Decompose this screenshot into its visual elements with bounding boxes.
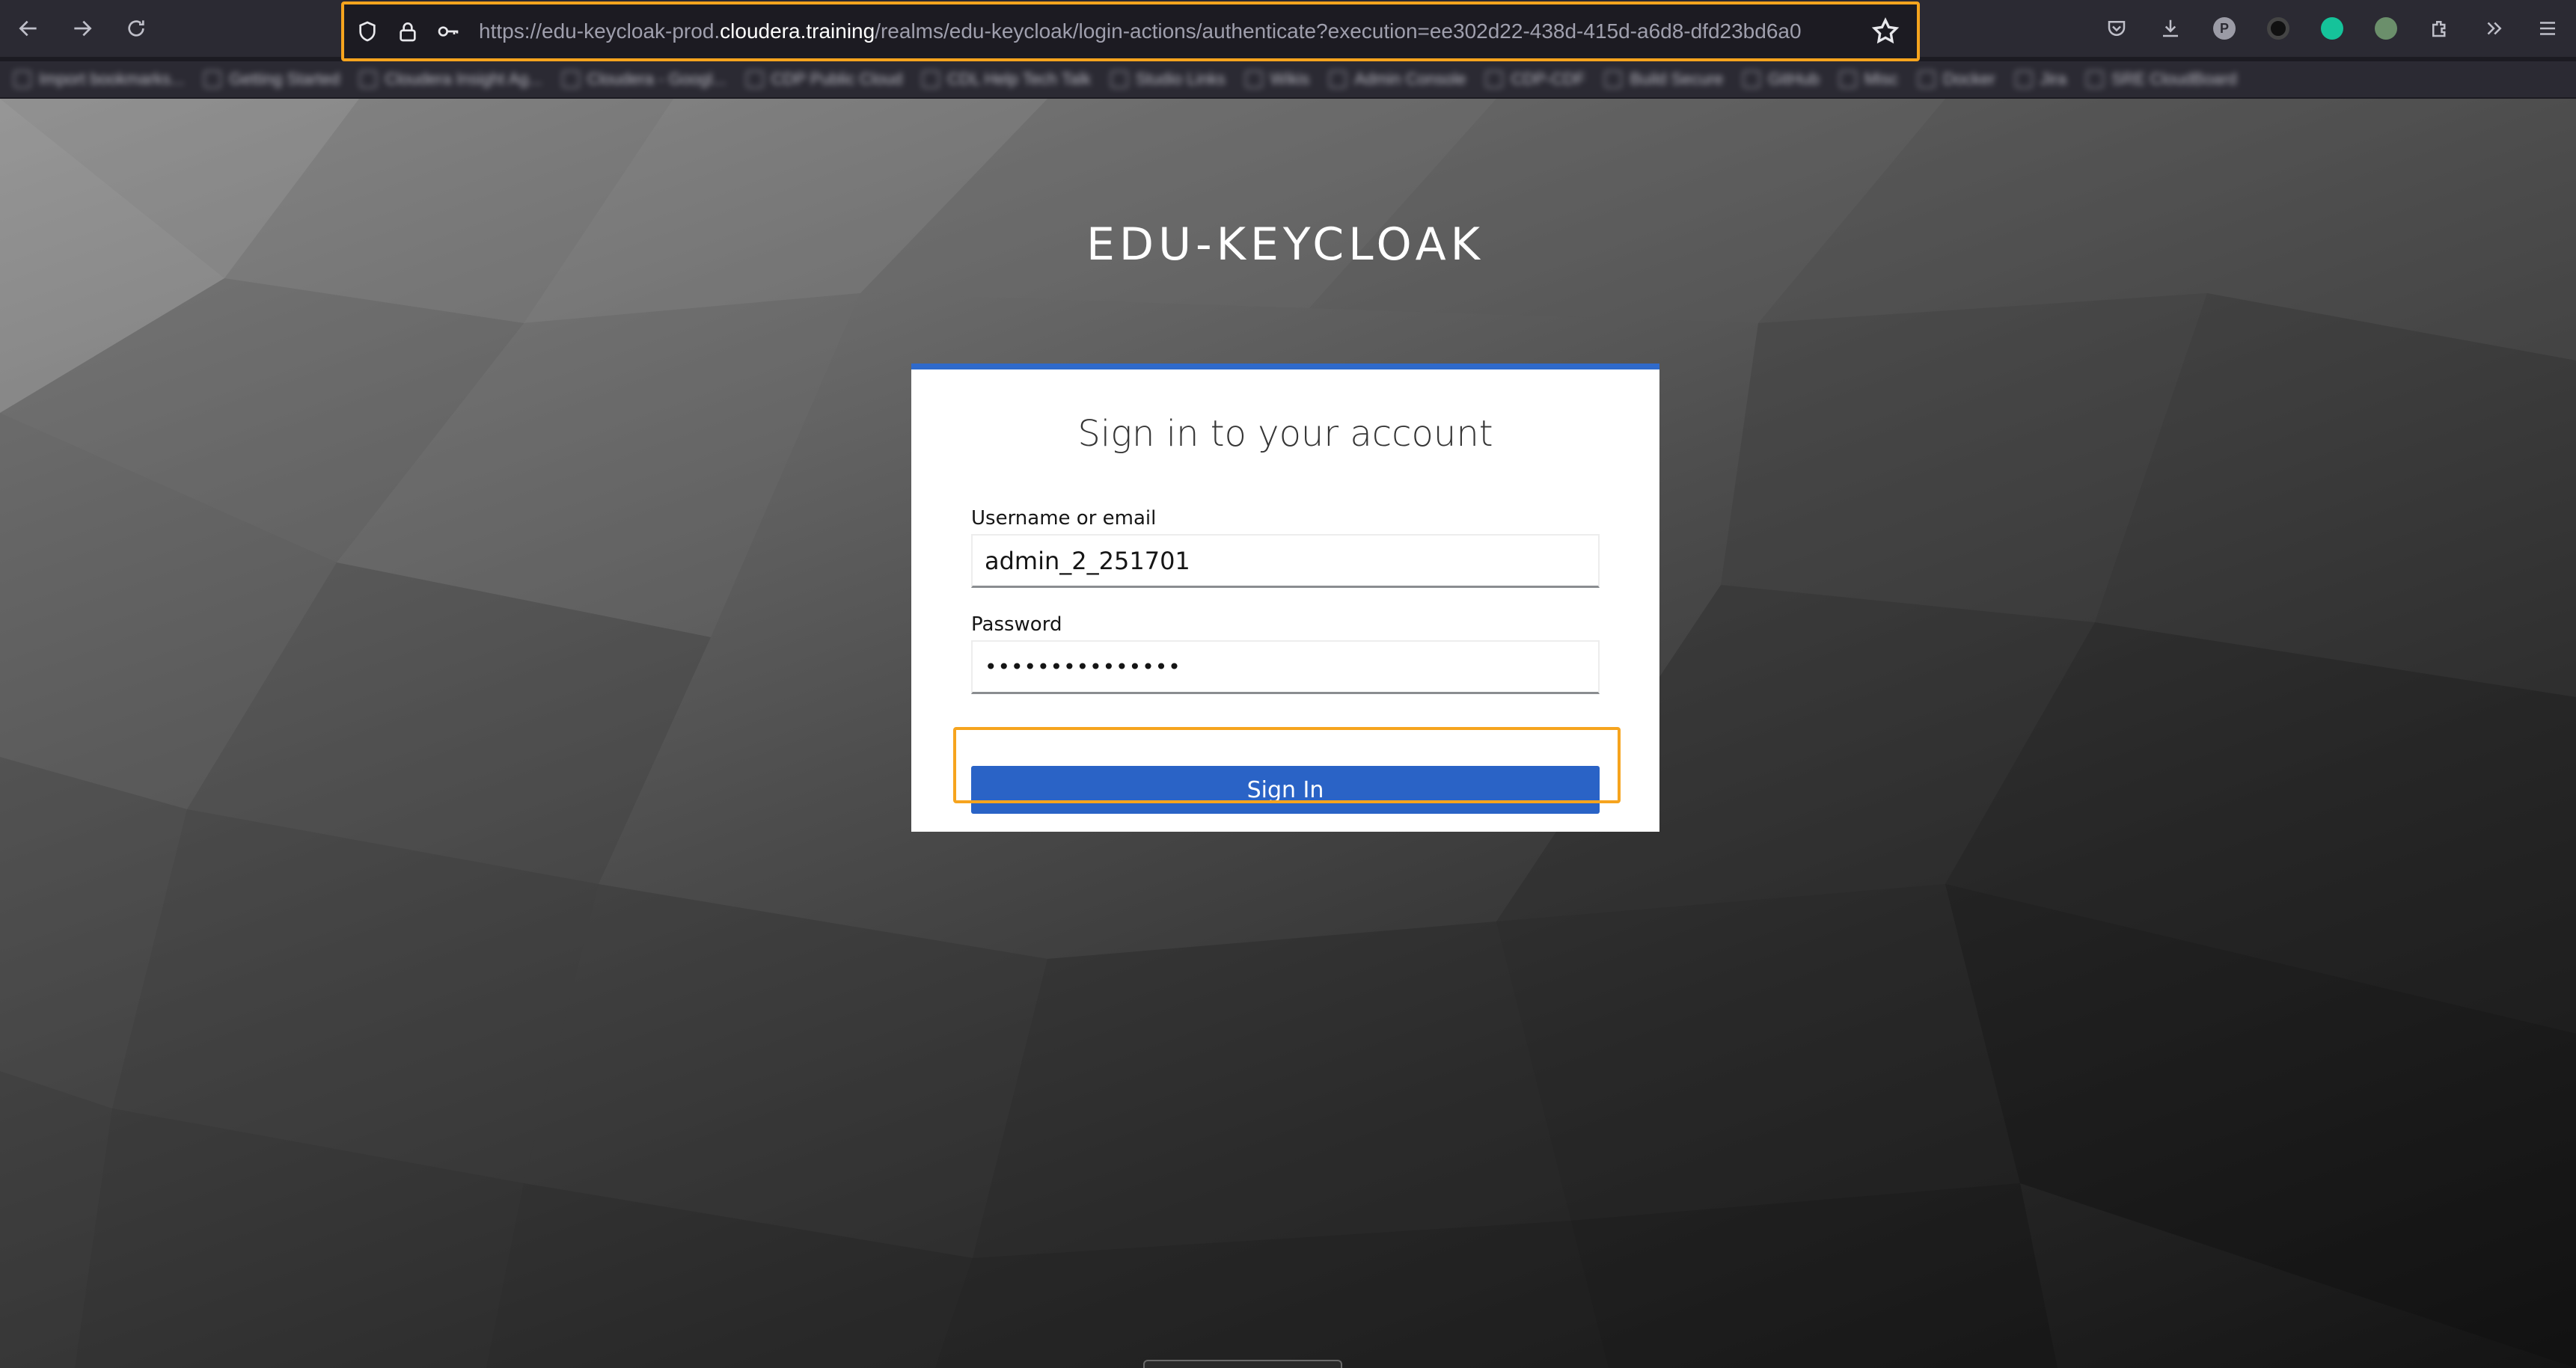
reload-button[interactable] bbox=[118, 10, 154, 46]
bookmark-folder-icon bbox=[1110, 70, 1128, 88]
bookmark-folder-icon bbox=[1329, 70, 1347, 88]
sign-in-highlight-outline bbox=[953, 727, 1621, 803]
bookmark-folder-icon bbox=[1917, 70, 1936, 88]
bookmark-folder-icon bbox=[204, 70, 222, 88]
bookmark-folder-icon bbox=[1604, 70, 1623, 88]
forward-button[interactable] bbox=[64, 10, 100, 46]
overflow-chevrons-icon[interactable] bbox=[2476, 10, 2512, 46]
bookmark-item[interactable]: Getting Started bbox=[204, 70, 340, 89]
realm-title: EDU-KEYCLOAK bbox=[1086, 218, 1485, 271]
back-arrow-icon bbox=[19, 20, 37, 37]
bookmark-folder-icon bbox=[1743, 70, 1761, 88]
bookmark-folder-icon bbox=[561, 70, 580, 88]
bookmark-item[interactable]: SRE CloudBoard bbox=[2086, 70, 2237, 89]
bookmark-item[interactable]: Admin Console bbox=[1329, 70, 1466, 89]
bookmarks-bar: Import bookmarks... Getting Started Clou… bbox=[0, 61, 2576, 97]
bookmark-folder-icon bbox=[359, 70, 378, 88]
extension-dark-circle-icon[interactable] bbox=[2260, 10, 2296, 46]
bookmark-item[interactable]: Cloudera Insight Ag... bbox=[359, 70, 542, 89]
tracking-shield-icon[interactable] bbox=[350, 14, 385, 49]
extensions-puzzle-icon[interactable] bbox=[2422, 10, 2458, 46]
hamburger-menu-icon[interactable] bbox=[2530, 10, 2566, 46]
url-bar[interactable]: https://edu-keycloak-prod.cloudera.train… bbox=[341, 1, 1920, 61]
url-text[interactable]: https://edu-keycloak-prod.cloudera.train… bbox=[479, 19, 1873, 43]
bottom-handle bbox=[1143, 1360, 1342, 1368]
bookmark-item[interactable]: Wikis bbox=[1244, 70, 1309, 89]
bookmark-folder-icon bbox=[1244, 70, 1263, 88]
bookmark-item[interactable]: CDP Public Cloud bbox=[745, 70, 902, 89]
extension-p-icon[interactable]: P bbox=[2206, 10, 2242, 46]
bookmark-folder-icon bbox=[922, 70, 940, 88]
bookmark-item[interactable]: CDP-CDF bbox=[1485, 70, 1585, 89]
login-heading: Sign in to your account bbox=[1077, 413, 1493, 455]
bookmark-item[interactable]: Docker bbox=[1917, 70, 1995, 89]
bookmark-star-icon[interactable] bbox=[1870, 16, 1900, 46]
forward-arrow-icon bbox=[74, 20, 92, 37]
bookmark-item[interactable]: Jira bbox=[2014, 70, 2066, 89]
bookmark-folder-icon bbox=[745, 70, 764, 88]
key-icon[interactable] bbox=[431, 14, 465, 49]
extension-green-dot-icon[interactable] bbox=[2368, 10, 2404, 46]
bookmark-item[interactable]: GitHub bbox=[1743, 70, 1820, 89]
toolbar-right-icons: P bbox=[2099, 10, 2566, 46]
bookmark-folder-icon bbox=[1838, 70, 1857, 88]
url-host: cloudera.training bbox=[720, 19, 875, 43]
bookmark-item[interactable]: CDL Help Tech Talk bbox=[922, 70, 1091, 89]
username-input[interactable]: admin_2_251701 bbox=[971, 534, 1600, 588]
bookmark-item[interactable]: Misc bbox=[1838, 70, 1898, 89]
bookmark-folder-icon bbox=[2014, 70, 2033, 88]
pocket-icon[interactable] bbox=[2099, 10, 2135, 46]
bookmark-folder-icon bbox=[13, 70, 31, 88]
bookmark-item[interactable]: Cloudera - Googl... bbox=[561, 70, 726, 89]
back-button[interactable] bbox=[10, 10, 46, 46]
bookmark-item[interactable]: Studio Links bbox=[1110, 70, 1226, 89]
password-label: Password bbox=[971, 613, 1062, 636]
url-prefix: https://edu-keycloak-prod. bbox=[479, 19, 721, 43]
lock-icon[interactable] bbox=[391, 14, 425, 49]
username-label: Username or email bbox=[971, 507, 1157, 530]
downloads-icon[interactable] bbox=[2153, 10, 2188, 46]
bookmark-folder-icon bbox=[1485, 70, 1504, 88]
bookmark-item[interactable]: Import bookmarks... bbox=[13, 70, 184, 89]
bookmark-folder-icon bbox=[2086, 70, 2105, 88]
reload-icon bbox=[128, 20, 144, 37]
url-suffix: /realms/edu-keycloak/login-actions/authe… bbox=[875, 19, 1802, 43]
browser-toolbar: https://edu-keycloak-prod.cloudera.train… bbox=[0, 0, 2576, 61]
bookmark-item[interactable]: Build Secure bbox=[1604, 70, 1723, 89]
grammarly-icon[interactable] bbox=[2314, 10, 2350, 46]
password-input[interactable]: ••••••••••••••• bbox=[971, 640, 1600, 694]
